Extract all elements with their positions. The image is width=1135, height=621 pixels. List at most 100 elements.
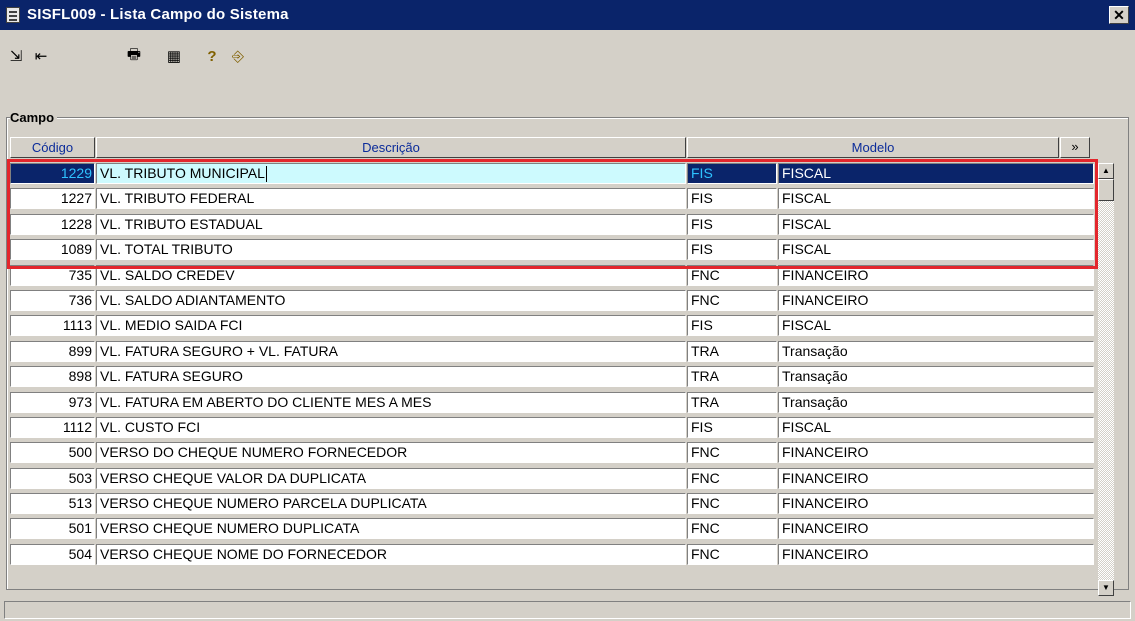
cell-descricao-text: VL. FATURA SEGURO + VL. FATURA (100, 342, 338, 359)
cell-codigo-text: 736 (68, 291, 92, 308)
cell-modelo-text: FIS (691, 317, 713, 334)
cell-modelo-nome[interactable]: FINANCEIRO (778, 493, 1094, 515)
cell-modelo[interactable]: FNC (687, 467, 777, 489)
go-back-icon[interactable]: ⇤ (31, 46, 51, 66)
scroll-up-icon[interactable]: ▲ (1098, 163, 1114, 179)
vertical-scrollbar[interactable]: ▲ ▼ (1098, 163, 1114, 596)
cell-modelo-nome[interactable]: FINANCEIRO (778, 442, 1094, 464)
close-button[interactable]: ✕ (1109, 6, 1129, 24)
cell-modelo-nome[interactable]: FISCAL (778, 416, 1094, 438)
cell-modelo-nome-text: FINANCEIRO (782, 291, 869, 308)
go-first-icon[interactable]: ⇲ (6, 46, 26, 66)
cell-codigo-text: 898 (68, 368, 92, 385)
cell-descricao-text: VL. SALDO ADIANTAMENTO (100, 291, 286, 308)
cell-modelo-text: FNC (691, 545, 720, 562)
cell-codigo-text: 513 (68, 495, 92, 512)
cell-codigo[interactable]: 503 (10, 467, 95, 489)
cell-modelo-nome-text: FINANCEIRO (782, 469, 869, 486)
table-row[interactable]: 899 VL. FATURA SEGURO + VL. FATURA TRA Tran… (10, 339, 1094, 364)
calendar-grid-icon[interactable]: ▦ (164, 46, 184, 66)
cell-descricao-text: VL. FATURA EM ABERTO DO CLIENTE MES A ME… (100, 393, 432, 410)
exit-door-icon[interactable]: ⎆ (228, 46, 248, 66)
cell-modelo-nome-text: FINANCEIRO (782, 495, 869, 512)
cell-descricao[interactable]: VL. FATURA SEGURO (96, 366, 686, 388)
cell-descricao[interactable]: VL. MEDIO SAIDA FCI (96, 315, 686, 337)
table-row[interactable]: 504 VERSO CHEQUE NOME DO FORNECEDOR FNC FIN… (10, 542, 1094, 567)
cell-descricao[interactable]: VL. CUSTO FCI (96, 416, 686, 438)
cell-descricao-text: VL. FATURA SEGURO (100, 368, 243, 385)
table-row[interactable]: 898 VL. FATURA SEGURO TRA Transação (10, 364, 1094, 389)
cell-codigo-text: 1112 (62, 418, 92, 435)
cell-modelo[interactable]: FNC (687, 289, 777, 311)
section-label: Campo (10, 110, 58, 125)
cell-modelo-nome[interactable]: Transação (778, 366, 1094, 388)
table-row[interactable]: 503 VERSO CHEQUE VALOR DA DUPLICATA FNC FIN… (10, 466, 1094, 491)
cell-modelo-text: TRA (691, 368, 719, 385)
column-header-codigo[interactable]: Código (10, 137, 95, 158)
cell-modelo-nome-text: FISCAL (782, 317, 832, 334)
scroll-thumb[interactable] (1098, 179, 1114, 201)
scroll-down-icon[interactable]: ▼ (1098, 580, 1114, 596)
cell-codigo[interactable]: 501 (10, 518, 95, 540)
cell-modelo-nome[interactable]: FINANCEIRO (778, 467, 1094, 489)
cell-codigo-text: 504 (68, 545, 92, 562)
cell-descricao[interactable]: VL. SALDO ADIANTAMENTO (96, 289, 686, 311)
cell-descricao[interactable]: VERSO CHEQUE NUMERO DUPLICATA (96, 518, 686, 540)
cell-modelo[interactable]: FNC (687, 543, 777, 565)
cell-modelo-nome[interactable]: FINANCEIRO (778, 543, 1094, 565)
cell-modelo[interactable]: TRA (687, 391, 777, 413)
cell-codigo[interactable]: 899 (10, 340, 95, 362)
help-icon[interactable]: ? (202, 46, 222, 66)
table-row[interactable]: 736 VL. SALDO ADIANTAMENTO FNC FINANCEIRO (10, 288, 1094, 313)
table-row[interactable]: 1113 VL. MEDIO SAIDA FCI FIS FISCAL (10, 313, 1094, 338)
column-header-modelo[interactable]: Modelo (687, 137, 1059, 158)
cell-modelo-text: FIS (691, 418, 713, 435)
cell-modelo[interactable]: TRA (687, 340, 777, 362)
cell-codigo-text: 500 (68, 444, 92, 461)
cell-modelo[interactable]: FIS (687, 315, 777, 337)
cell-modelo-text: FNC (691, 444, 720, 461)
cell-modelo-text: FNC (691, 495, 720, 512)
cell-codigo[interactable]: 504 (10, 543, 95, 565)
table-row[interactable]: 1112 VL. CUSTO FCI FIS FISCAL (10, 415, 1094, 440)
table-row[interactable]: 501 VERSO CHEQUE NUMERO DUPLICATA FNC FINAN… (10, 516, 1094, 541)
table-row[interactable]: 513 VERSO CHEQUE NUMERO PARCELA DUPLICATA… (10, 491, 1094, 516)
cell-descricao[interactable]: VERSO CHEQUE NUMERO PARCELA DUPLICATA (96, 493, 686, 515)
cell-descricao[interactable]: VL. FATURA SEGURO + VL. FATURA (96, 340, 686, 362)
cell-modelo[interactable]: FNC (687, 493, 777, 515)
column-header-descricao[interactable]: Descrição (96, 137, 686, 158)
cell-modelo-text: TRA (691, 393, 719, 410)
cell-modelo-text: FNC (691, 520, 720, 537)
cell-codigo-text: 973 (68, 393, 92, 410)
cell-descricao[interactable]: VERSO DO CHEQUE NUMERO FORNECEDOR (96, 442, 686, 464)
window-title: SISFL009 - Lista Campo do Sistema (27, 6, 289, 23)
cell-descricao-text: VERSO CHEQUE VALOR DA DUPLICATA (100, 469, 367, 486)
cell-modelo-nome[interactable]: FINANCEIRO (778, 518, 1094, 540)
cell-modelo-nome[interactable]: FISCAL (778, 315, 1094, 337)
cell-codigo[interactable]: 1112 (10, 416, 95, 438)
cell-modelo-nome[interactable]: Transação (778, 340, 1094, 362)
cell-codigo[interactable]: 513 (10, 493, 95, 515)
cell-modelo[interactable]: FNC (687, 518, 777, 540)
cell-descricao-text: VERSO CHEQUE NOME DO FORNECEDOR (100, 545, 388, 562)
cell-modelo[interactable]: FIS (687, 416, 777, 438)
cell-codigo[interactable]: 736 (10, 289, 95, 311)
cell-descricao-text: VL. CUSTO FCI (100, 418, 201, 435)
cell-codigo[interactable]: 1113 (10, 315, 95, 337)
print-icon[interactable]: 🖶 (124, 46, 144, 66)
cell-modelo-nome-text: Transação (782, 368, 848, 385)
cell-codigo[interactable]: 500 (10, 442, 95, 464)
cell-descricao[interactable]: VL. FATURA EM ABERTO DO CLIENTE MES A ME… (96, 391, 686, 413)
cell-modelo[interactable]: TRA (687, 366, 777, 388)
table-row[interactable]: 500 VERSO DO CHEQUE NUMERO FORNECEDOR FNC F… (10, 440, 1094, 465)
cell-modelo-nome[interactable]: FINANCEIRO (778, 289, 1094, 311)
cell-modelo[interactable]: FNC (687, 442, 777, 464)
table-row[interactable]: 973 VL. FATURA EM ABERTO DO CLIENTE MES A… (10, 390, 1094, 415)
cell-codigo[interactable]: 973 (10, 391, 95, 413)
cell-codigo-text: 501 (68, 520, 92, 537)
more-columns-button[interactable]: » (1060, 137, 1090, 158)
cell-modelo-nome[interactable]: Transação (778, 391, 1094, 413)
cell-codigo[interactable]: 898 (10, 366, 95, 388)
cell-descricao[interactable]: VERSO CHEQUE NOME DO FORNECEDOR (96, 543, 686, 565)
cell-descricao[interactable]: VERSO CHEQUE VALOR DA DUPLICATA (96, 467, 686, 489)
